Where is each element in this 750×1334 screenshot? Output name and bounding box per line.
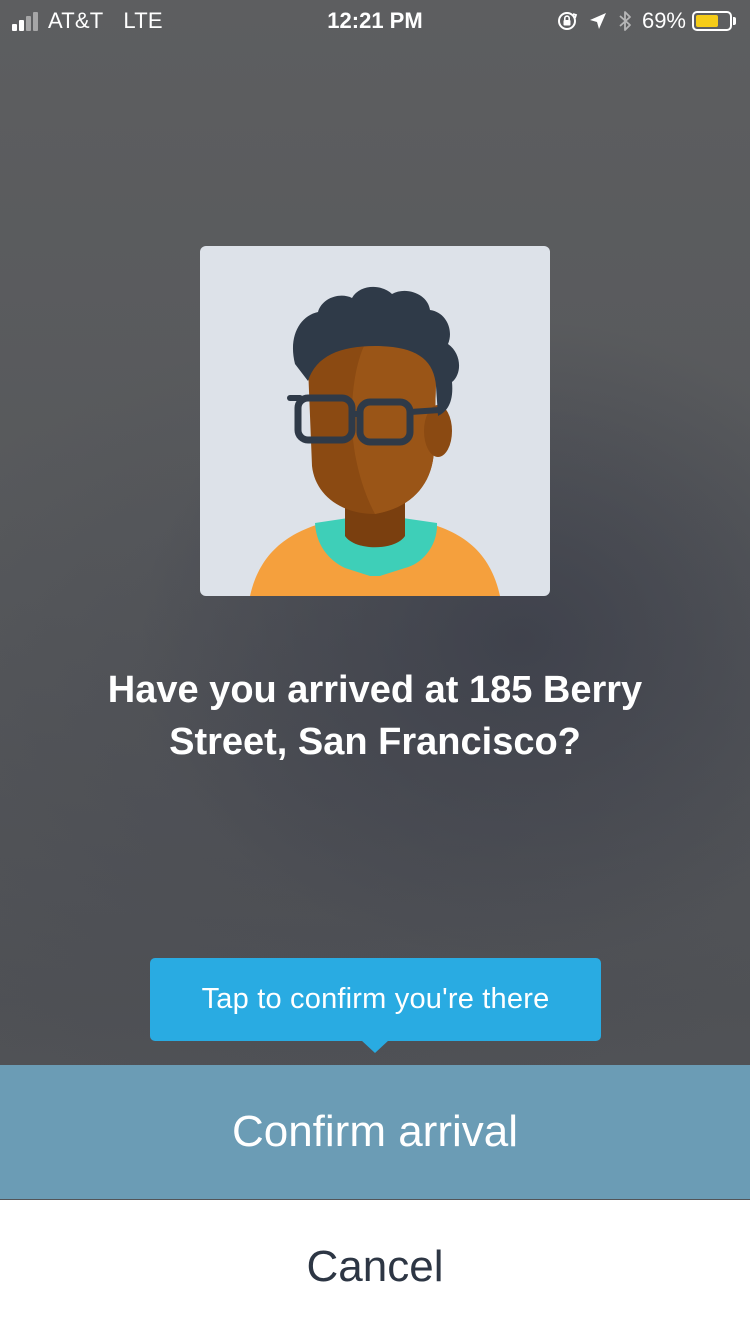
confirm-arrival-button[interactable]: Confirm arrival (0, 1065, 750, 1199)
bluetooth-icon (618, 10, 632, 32)
arrival-question: Have you arrived at 185 Berry Street, Sa… (107, 669, 643, 763)
arrival-confirmation-screen: AT&T LTE 12:21 PM 69% Have you arrived a… (0, 0, 750, 1334)
orientation-lock-icon (556, 10, 578, 32)
status-right: 69% (556, 7, 736, 35)
tooltip-label: Tap to confirm you're there (201, 983, 550, 1015)
cancel-button[interactable]: Cancel (0, 1200, 750, 1334)
person-avatar-illustration (250, 286, 500, 596)
avatar-card (200, 246, 550, 596)
location-arrow-icon (588, 11, 608, 31)
battery-tip (733, 17, 736, 25)
confirm-tooltip: Tap to confirm you're there (150, 958, 601, 1041)
battery-percent: 69% (641, 8, 686, 33)
status-bar: AT&T LTE 12:21 PM 69% (0, 0, 750, 40)
tooltip-pointer (361, 1040, 389, 1053)
battery-fill (696, 15, 719, 27)
battery-icon (692, 11, 732, 31)
